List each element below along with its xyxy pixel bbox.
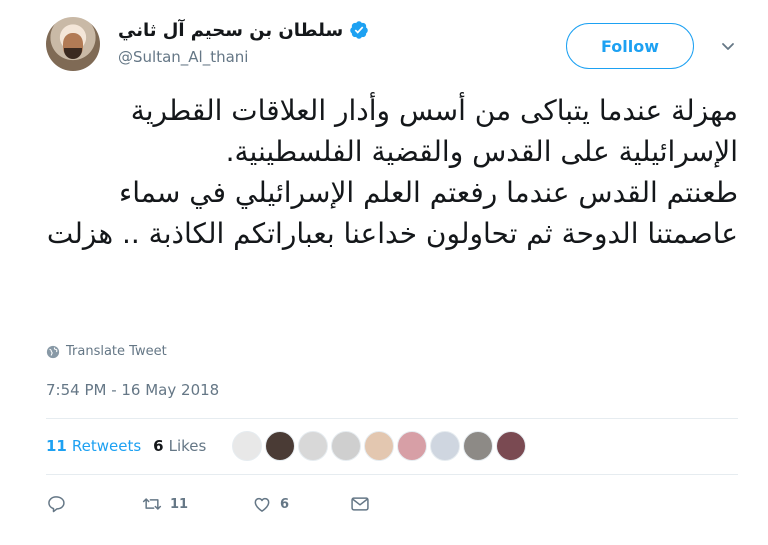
engager-avatar[interactable] xyxy=(463,431,493,461)
reply-button[interactable] xyxy=(46,494,142,514)
engager-avatar[interactable] xyxy=(496,431,526,461)
heart-icon xyxy=(254,497,270,512)
likes-count: 6 xyxy=(153,437,164,455)
engager-avatar[interactable] xyxy=(265,431,295,461)
user-handle[interactable]: @Sultan_Al_thani xyxy=(118,48,248,66)
envelope-icon xyxy=(351,497,369,511)
retweets-stat[interactable]: 11 Retweets xyxy=(46,437,141,455)
engager-avatar[interactable] xyxy=(232,431,262,461)
profile-avatar[interactable] xyxy=(46,17,100,71)
divider xyxy=(46,474,738,475)
tweet-paragraph: مهزلة عندما يتباكى من أسس وأدار العلاقات… xyxy=(130,94,738,168)
follow-button[interactable]: Follow xyxy=(566,23,694,69)
direct-message-button[interactable] xyxy=(350,494,370,514)
retweet-icon xyxy=(142,498,162,510)
engager-avatars xyxy=(232,431,526,461)
engager-avatar[interactable] xyxy=(397,431,427,461)
engager-avatar[interactable] xyxy=(298,431,328,461)
engager-avatar[interactable] xyxy=(364,431,394,461)
avatar-beard xyxy=(64,48,82,59)
verified-badge-icon xyxy=(350,21,368,39)
divider xyxy=(46,418,738,419)
tweet-actions: 11 6 xyxy=(46,494,370,514)
tweet-timestamp[interactable]: 7:54 PM - 16 May 2018 xyxy=(46,381,219,399)
tweet-text: مهزلة عندما يتباكى من أسس وأدار العلاقات… xyxy=(40,90,738,254)
likes-label: Likes xyxy=(168,437,207,455)
translate-tweet-link[interactable]: Translate Tweet xyxy=(46,344,167,359)
name-row: سلطان بن سحيم آل ثاني xyxy=(118,17,369,43)
engager-avatar[interactable] xyxy=(331,431,361,461)
display-name[interactable]: سلطان بن سحيم آل ثاني xyxy=(118,20,343,41)
like-button[interactable]: 6 xyxy=(252,494,350,514)
retweet-button[interactable]: 11 xyxy=(142,494,252,514)
chevron-down-icon[interactable] xyxy=(720,38,736,54)
retweets-label: Retweets xyxy=(71,437,142,455)
tweet-paragraph: طعنتم القدس عندما رفعتم العلم الإسرائيلي… xyxy=(46,176,738,250)
likes-stat[interactable]: 6 Likes xyxy=(153,437,206,455)
translate-label[interactable]: Translate Tweet xyxy=(66,344,167,359)
retweet-count: 11 xyxy=(170,496,189,512)
retweets-count: 11 xyxy=(46,437,67,455)
reply-icon xyxy=(48,496,65,513)
tweet-stats: 11 Retweets 6 Likes xyxy=(46,437,206,455)
engager-avatar[interactable] xyxy=(430,431,460,461)
like-count: 6 xyxy=(280,496,290,512)
globe-icon xyxy=(46,345,60,358)
